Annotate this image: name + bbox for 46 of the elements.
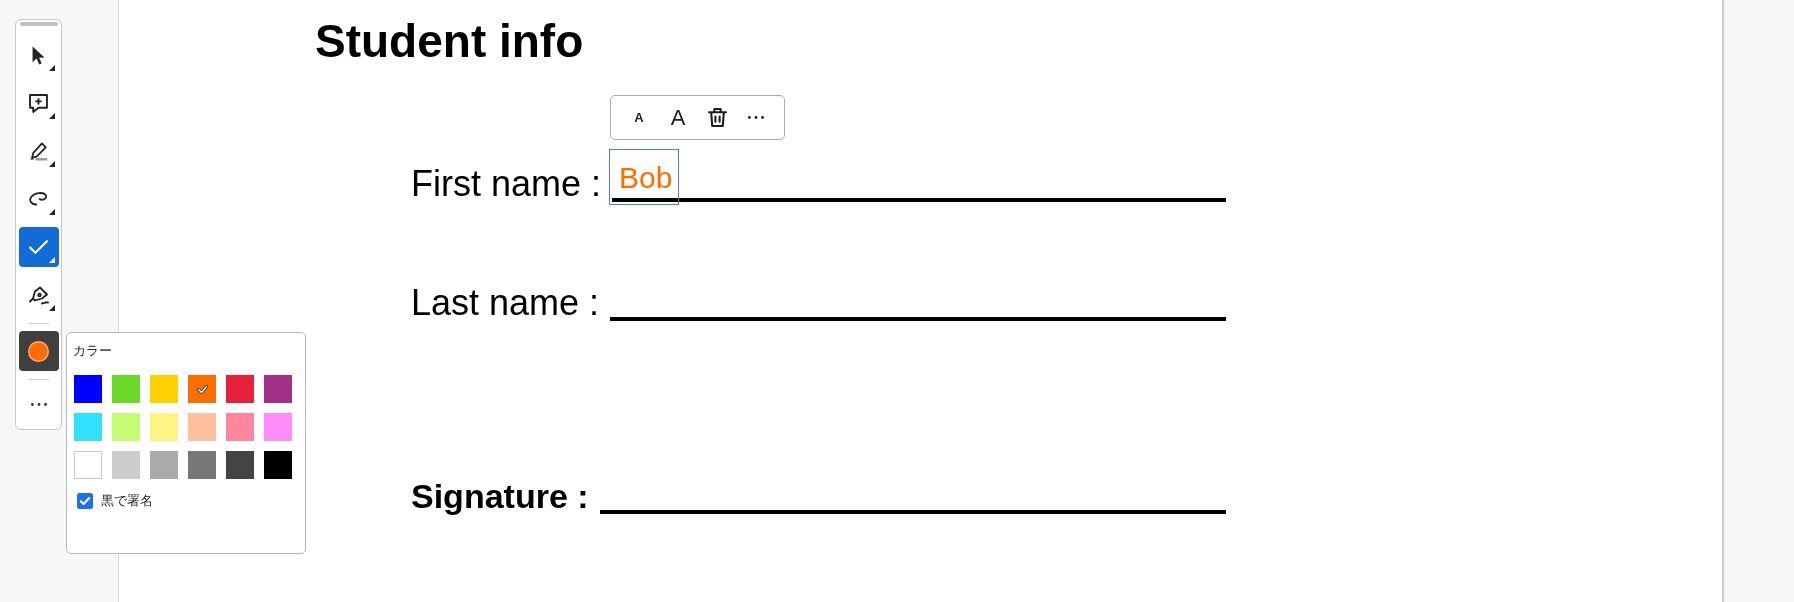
- trash-icon: [707, 108, 727, 127]
- color-swatch[interactable]: [264, 375, 292, 403]
- corner-triangle-icon: [48, 209, 55, 215]
- corner-triangle-icon: [48, 305, 55, 311]
- cursor-icon: [32, 45, 45, 65]
- color-swatch[interactable]: [112, 451, 140, 479]
- color-swatch[interactable]: [264, 451, 292, 479]
- popup-title: カラー: [73, 343, 112, 359]
- color-swatch[interactable]: [226, 413, 254, 441]
- checkmark-icon: [29, 240, 48, 254]
- color-swatch[interactable]: [226, 375, 254, 403]
- color-swatch[interactable]: [150, 413, 178, 441]
- color-swatch[interactable]: [264, 413, 292, 441]
- checkbox[interactable]: [77, 493, 93, 509]
- squiggle-icon: [29, 192, 48, 206]
- corner-triangle-icon: [48, 113, 55, 119]
- comment-plus-icon: [29, 93, 48, 113]
- pen-nib-icon: [28, 285, 49, 305]
- color-dot-icon: [28, 340, 49, 362]
- color-swatch[interactable]: [74, 413, 102, 441]
- color-swatch[interactable]: [226, 451, 254, 479]
- color-swatch[interactable]: [188, 413, 216, 441]
- color-swatch[interactable]: [188, 451, 216, 479]
- highlighter-icon: [29, 141, 48, 161]
- color-swatch[interactable]: [74, 375, 102, 403]
- checkmark-icon: [196, 384, 208, 394]
- field-label: Signature :: [411, 478, 589, 514]
- color-swatch[interactable]: [150, 375, 178, 403]
- corner-triangle-icon: [48, 257, 55, 263]
- corner-triangle-icon: [48, 65, 55, 71]
- color-swatch[interactable]: [112, 375, 140, 403]
- color-swatch[interactable]: [188, 375, 216, 403]
- corner-triangle-icon: [48, 161, 55, 167]
- field-label: Last name :: [411, 285, 600, 321]
- checkbox-label[interactable]: 黒で署名: [101, 493, 153, 509]
- more-icon: [30, 402, 47, 406]
- color-button[interactable]: [18, 331, 59, 371]
- increase-text-size-button[interactable]: A: [660, 101, 697, 134]
- color-swatch[interactable]: [112, 413, 140, 441]
- color-swatch[interactable]: [150, 451, 178, 479]
- color-swatch[interactable]: [74, 451, 102, 479]
- decrease-text-size-button[interactable]: A: [621, 101, 658, 134]
- document-title: Student info: [315, 18, 584, 64]
- field-label: First name :: [411, 166, 602, 202]
- drag-handle[interactable]: [19, 22, 58, 26]
- more-icon: [748, 116, 765, 119]
